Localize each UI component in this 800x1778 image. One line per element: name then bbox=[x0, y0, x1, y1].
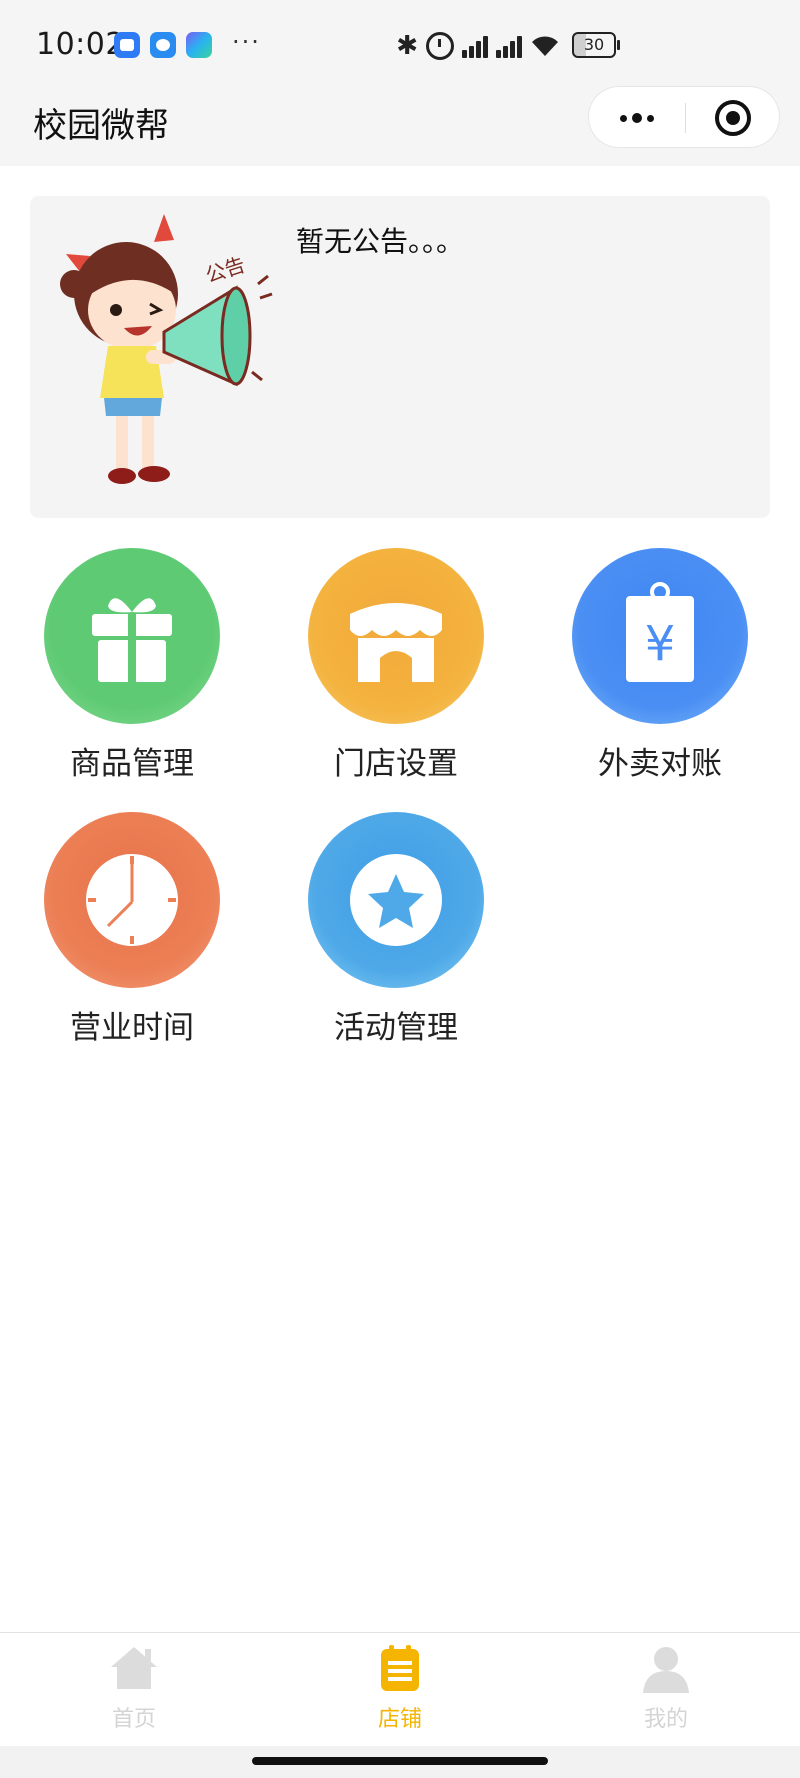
store-icon bbox=[308, 548, 484, 724]
menu-item-business-hours[interactable]: 营业时间 bbox=[42, 812, 222, 1047]
clock-icon bbox=[44, 812, 220, 988]
menu-item-store-settings[interactable]: 门店设置 bbox=[306, 548, 486, 783]
svg-text:¥: ¥ bbox=[645, 616, 676, 672]
top-area: 10:02 ··· ✱ 30 校园微帮 bbox=[0, 0, 800, 166]
menu-label-takeaway-reconciliation: 外卖对账 bbox=[598, 746, 722, 782]
notice-text: 暂无公告。。。 bbox=[296, 225, 465, 258]
more-menu-button[interactable] bbox=[589, 87, 685, 149]
battery-icon: 30 bbox=[572, 32, 620, 58]
price-tag-yen-icon: ¥ bbox=[572, 548, 748, 724]
signal-icon bbox=[462, 34, 488, 58]
alarm-icon bbox=[426, 32, 454, 60]
user-icon bbox=[643, 1647, 689, 1693]
close-miniprogram-button[interactable] bbox=[715, 100, 751, 136]
status-bar: 10:02 ··· ✱ 30 bbox=[0, 0, 800, 92]
signal-icon-2 bbox=[496, 34, 522, 58]
nav-header: 校园微帮 bbox=[0, 86, 800, 166]
more-notifications: ··· bbox=[232, 28, 261, 56]
illustration-caption: 公告 bbox=[202, 252, 247, 287]
home-indicator[interactable] bbox=[252, 1757, 548, 1765]
tab-label-mine: 我的 bbox=[643, 1707, 688, 1732]
bottom-tab-bar: 首页 店铺 我的 bbox=[0, 1632, 800, 1747]
menu-label-activity-management: 活动管理 bbox=[334, 1010, 458, 1046]
tab-label-home: 首页 bbox=[111, 1707, 156, 1732]
tab-mine[interactable]: 我的 bbox=[606, 1641, 726, 1733]
screen: 10:02 ··· ✱ 30 校园微帮 公告 暂无公告。。。 商品管理 门店设置… bbox=[0, 0, 800, 1778]
capsule-divider bbox=[685, 103, 686, 133]
capsule-menu bbox=[588, 86, 780, 148]
wifi-icon bbox=[532, 36, 558, 56]
menu-label-business-hours: 营业时间 bbox=[70, 1010, 194, 1046]
menu-item-goods[interactable]: 商品管理 bbox=[42, 548, 222, 783]
notice-card: 公告 暂无公告。。。 bbox=[30, 196, 770, 518]
meeting-app-icon bbox=[114, 32, 140, 58]
announcement-girl-illustration: 公告 bbox=[60, 214, 273, 484]
tab-shop[interactable]: 店铺 bbox=[340, 1641, 460, 1733]
status-time: 10:02 bbox=[36, 27, 125, 62]
star-icon bbox=[308, 812, 484, 988]
chat-app-icon bbox=[150, 32, 176, 58]
status-indicators: ✱ bbox=[396, 30, 560, 62]
shop-list-icon bbox=[381, 1645, 419, 1691]
menu-item-activity-management[interactable]: 活动管理 bbox=[306, 812, 486, 1047]
home-icon bbox=[111, 1647, 157, 1689]
bluetooth-icon: ✱ bbox=[396, 31, 418, 61]
menu-label-store-settings: 门店设置 bbox=[334, 746, 458, 782]
menu-item-takeaway-reconciliation[interactable]: ¥ 外卖对账 bbox=[570, 548, 750, 783]
page-title: 校园微帮 bbox=[33, 106, 169, 146]
menu-label-goods: 商品管理 bbox=[70, 746, 194, 782]
gift-icon bbox=[44, 548, 220, 724]
wallet-app-icon bbox=[186, 32, 212, 58]
notification-icons bbox=[114, 32, 212, 58]
tab-label-shop: 店铺 bbox=[377, 1707, 422, 1732]
tab-home[interactable]: 首页 bbox=[74, 1641, 194, 1733]
